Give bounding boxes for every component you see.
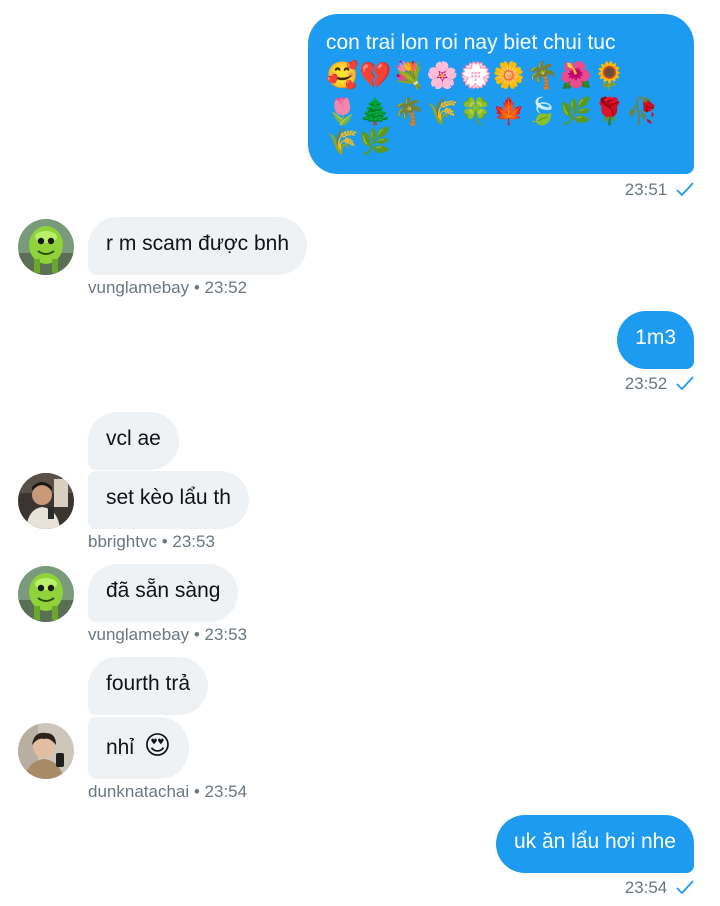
received-message-bubble[interactable]: set kèo lẩu th [88, 471, 249, 529]
message-timestamp: 23:52 [625, 374, 694, 394]
message-text: r m scam được bnh [106, 232, 290, 255]
avatar-vunglamebay[interactable] [18, 566, 74, 622]
message-text: set kèo lẩu th [106, 486, 231, 509]
timestamp-text: 23:52 [624, 374, 668, 393]
message-text: con trai lon roi nay biet chui tuc [326, 31, 616, 54]
sent-message-bubble[interactable]: con trai lon roi nay biet chui tuc 🥰💔💐🌸💮… [308, 14, 694, 174]
avatar-vunglamebay[interactable] [18, 219, 74, 275]
message-meta: vunglamebay • 23:52 [88, 278, 248, 297]
message-timestamp: 23:51 [625, 180, 694, 200]
message-text: nhỉ [106, 736, 135, 759]
check-icon [676, 880, 694, 894]
message-meta: dunknatachai • 23:54 [88, 782, 248, 801]
message-text: đã sẵn sàng [106, 579, 221, 602]
emoji-row: 🥰💔💐🌸💮🌼🌴🌺🌻 [326, 61, 627, 91]
message-text: fourth trả [106, 672, 191, 695]
received-message-bubble[interactable]: r m scam được bnh [88, 217, 308, 275]
message-meta: bbrightvc • 23:53 [88, 532, 215, 551]
message-meta: vunglamebay • 23:53 [88, 625, 248, 644]
timestamp-text: 23:51 [624, 180, 668, 199]
received-message-bubble[interactable]: đã sẵn sàng [88, 564, 239, 622]
received-message-bubble[interactable]: fourth trả [88, 657, 209, 715]
avatar-image [18, 219, 74, 275]
avatar-image [18, 566, 74, 622]
check-icon [676, 182, 694, 196]
message-timestamp: 23:54 [625, 878, 694, 898]
check-icon [676, 376, 694, 390]
avatar-bbrightvc[interactable] [18, 473, 74, 529]
sent-message-bubble[interactable]: 1m3 [617, 311, 694, 369]
heart-eyes-emoji-icon: 😍 [143, 731, 171, 761]
received-message-bubble[interactable]: vcl ae [88, 412, 179, 470]
timestamp-text: 23:54 [624, 878, 668, 897]
message-text: uk ăn lẩu hơi nhe [513, 830, 676, 853]
received-message-bubble[interactable]: nhỉ 😍 [88, 717, 189, 779]
message-text: 1m3 [635, 326, 676, 349]
sent-message-bubble[interactable]: uk ăn lẩu hơi nhe [495, 815, 694, 873]
avatar-image [18, 473, 74, 529]
avatar-image [18, 723, 74, 779]
message-text: vcl ae [106, 427, 161, 450]
avatar-dunknatachai[interactable] [18, 723, 74, 779]
